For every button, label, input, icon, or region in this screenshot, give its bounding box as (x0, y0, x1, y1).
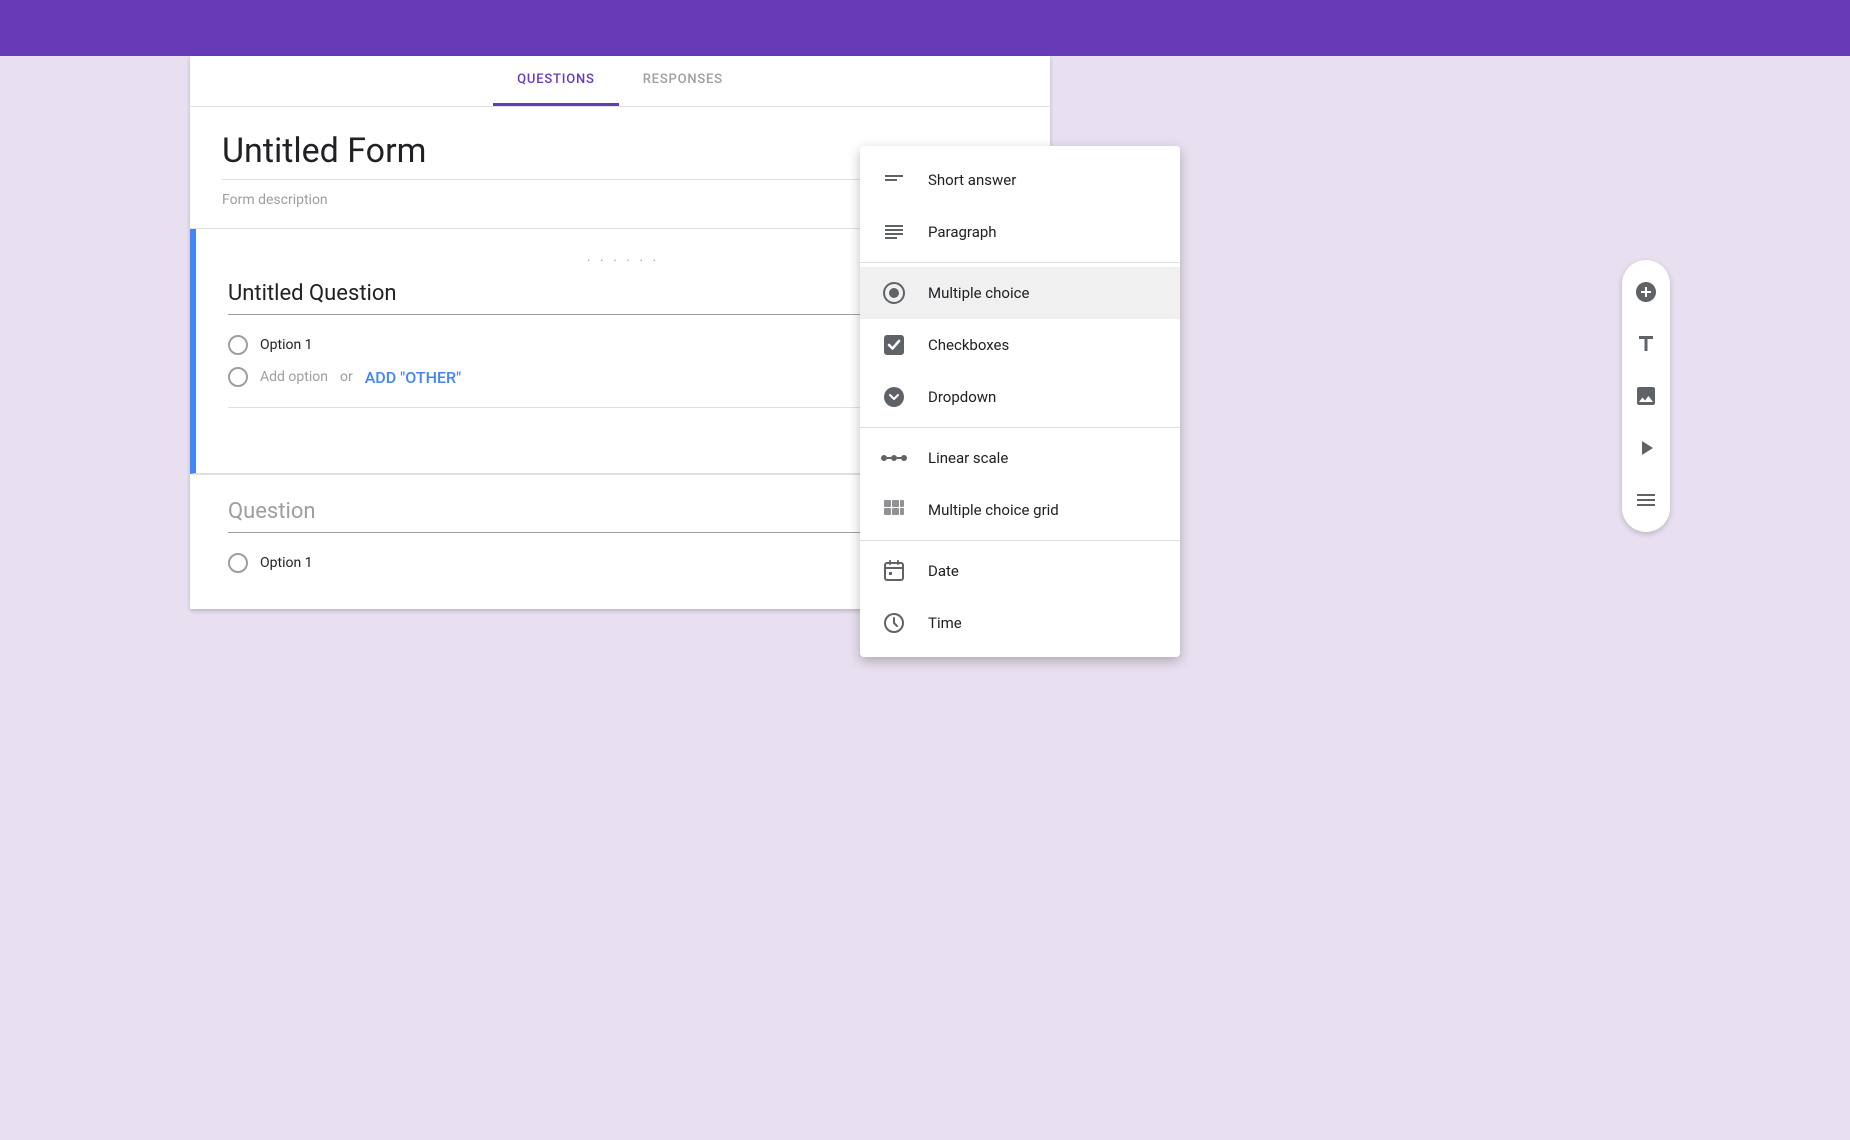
tab-questions[interactable]: QUESTIONS (493, 56, 619, 106)
divider-2 (860, 427, 1180, 428)
add-video-button[interactable] (1622, 424, 1670, 472)
menu-item-multiple-choice-grid[interactable]: Multiple choice grid (860, 484, 1180, 536)
menu-item-dropdown[interactable]: Dropdown (860, 371, 1180, 423)
menu-label-date: Date (928, 562, 959, 580)
date-icon (880, 557, 908, 585)
checkboxes-icon (880, 331, 908, 359)
menu-label-linear-scale: Linear scale (928, 449, 1008, 467)
add-image-button[interactable] (1622, 372, 1670, 420)
add-question-button[interactable] (1622, 268, 1670, 316)
menu-label-checkboxes: Checkboxes (928, 336, 1009, 354)
multiple-choice-grid-icon (880, 496, 908, 524)
tabs-bar: QUESTIONS RESPONSES (190, 56, 1050, 107)
add-section-button[interactable] (1622, 476, 1670, 524)
right-sidebar (1622, 260, 1670, 532)
menu-item-checkboxes[interactable]: Checkboxes (860, 319, 1180, 371)
menu-item-multiple-choice[interactable]: Multiple choice (860, 267, 1180, 319)
short-answer-icon (880, 166, 908, 194)
menu-label-time: Time (928, 614, 962, 632)
add-title-button[interactable] (1622, 320, 1670, 368)
menu-label-multiple-choice: Multiple choice (928, 284, 1029, 302)
paragraph-icon (880, 218, 908, 246)
second-option-1-text: Option 1 (260, 555, 313, 571)
menu-item-date[interactable]: Date (860, 545, 1180, 597)
radio-option-1 (228, 335, 248, 355)
divider-3 (860, 540, 1180, 541)
menu-item-short-answer[interactable]: Short answer (860, 154, 1180, 206)
menu-label-paragraph: Paragraph (928, 223, 997, 241)
linear-scale-icon (880, 444, 908, 472)
menu-label-multiple-choice-grid: Multiple choice grid (928, 501, 1059, 519)
add-other-link[interactable]: ADD "OTHER" (365, 368, 462, 387)
menu-item-paragraph[interactable]: Paragraph (860, 206, 1180, 258)
menu-item-linear-scale[interactable]: Linear scale (860, 432, 1180, 484)
multiple-choice-icon (880, 279, 908, 307)
menu-label-dropdown: Dropdown (928, 388, 996, 406)
second-radio-option-1 (228, 553, 248, 573)
menu-item-time[interactable]: Time (860, 597, 1180, 649)
tab-responses[interactable]: RESPONSES (619, 56, 747, 106)
radio-add-option (228, 367, 248, 387)
divider-1 (860, 262, 1180, 263)
dropdown-icon (880, 383, 908, 411)
menu-label-short-answer: Short answer (928, 171, 1016, 189)
add-option-text[interactable]: Add option (260, 369, 328, 385)
question-type-dropdown: Short answer Paragraph Multiple choice (860, 146, 1180, 657)
time-icon (880, 609, 908, 637)
option-1-text: Option 1 (260, 337, 313, 353)
add-option-or: or (340, 369, 353, 385)
top-bar (0, 0, 1850, 56)
